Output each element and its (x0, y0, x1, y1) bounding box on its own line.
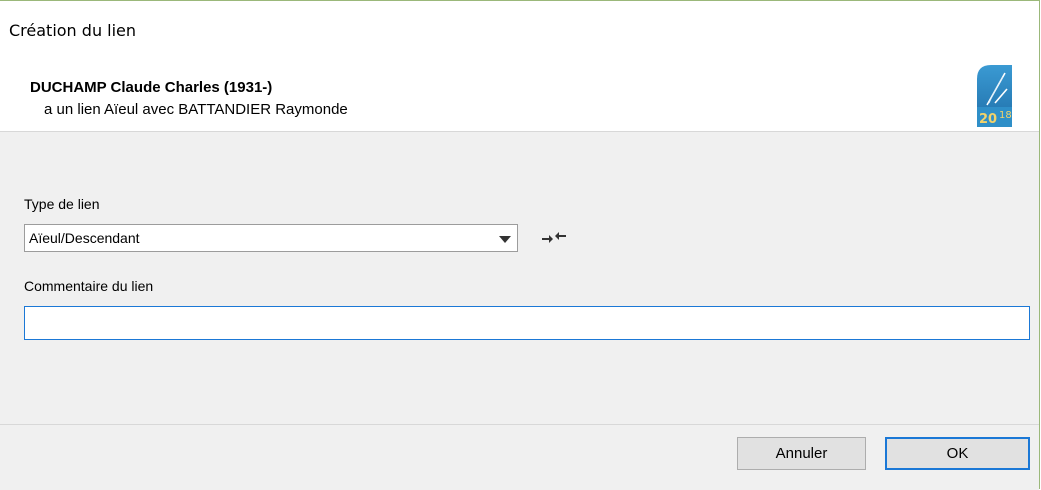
button-bar: Annuler OK (0, 424, 1039, 490)
comment-input[interactable] (24, 306, 1030, 340)
ok-button[interactable]: OK (885, 437, 1030, 470)
relation-description: a un lien Aïeul avec BATTANDIER Raymonde (44, 101, 348, 118)
logo-year-left: 20 (979, 112, 997, 127)
dialog-header: DUCHAMP Claude Charles (1931-) a un lien… (0, 55, 1039, 131)
form-panel: Type de lien Aïeul/Descendant Commentair… (0, 131, 1039, 425)
title-bar[interactable]: Création du lien (0, 1, 1039, 55)
swap-arrows-icon[interactable] (540, 228, 568, 248)
chevron-down-icon[interactable] (499, 236, 511, 243)
window-title: Création du lien (9, 21, 137, 40)
comment-label: Commentaire du lien (24, 278, 154, 294)
app-logo-icon: 20 18 (977, 65, 1012, 127)
link-type-select[interactable]: Aïeul/Descendant (24, 224, 518, 252)
person-name: DUCHAMP Claude Charles (1931-) (30, 79, 273, 96)
link-creation-dialog: Création du lien DUCHAMP Claude Charles … (0, 0, 1040, 490)
cancel-button[interactable]: Annuler (737, 437, 866, 470)
logo-year-right: 18 (999, 110, 1012, 121)
link-type-label: Type de lien (24, 196, 100, 212)
link-type-value: Aïeul/Descendant (29, 230, 140, 246)
